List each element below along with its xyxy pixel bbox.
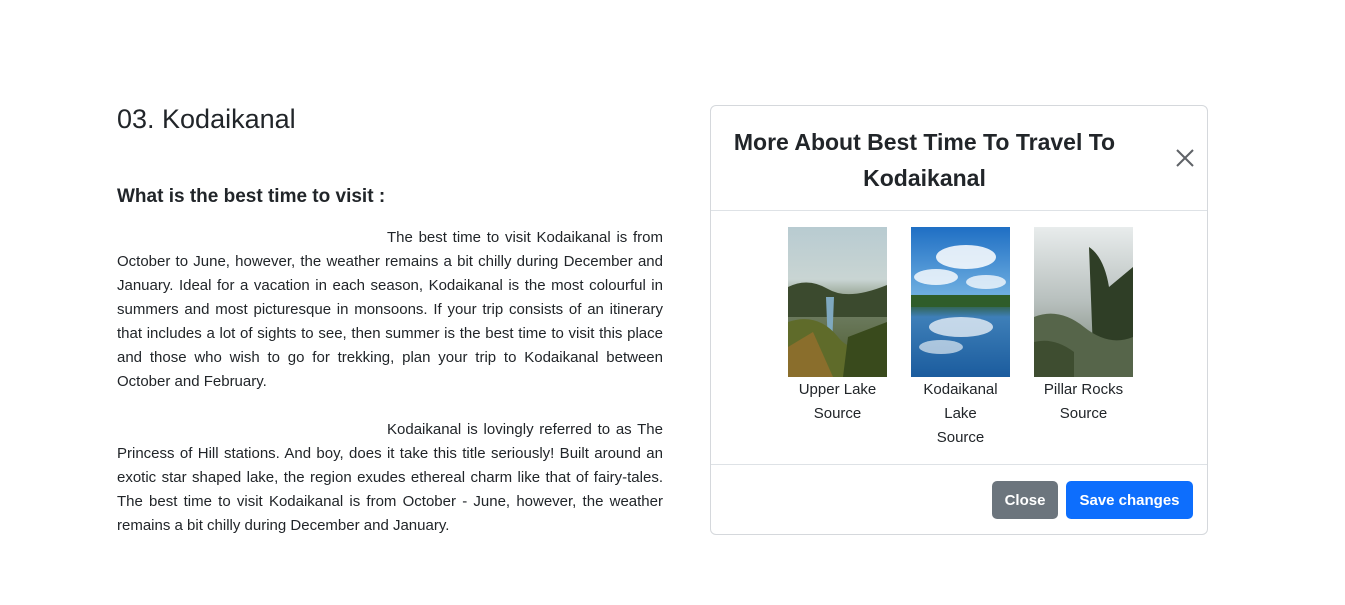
- modal-title: More About Best Time To Travel To Kodaik…: [733, 129, 1116, 191]
- article-section: 03. Kodaikanal What is the best time to …: [117, 100, 663, 538]
- caption-title: Upper Lake: [798, 381, 877, 398]
- modal-header: More About Best Time To Travel To Kodaik…: [711, 106, 1207, 211]
- caption-source-link[interactable]: Source: [911, 426, 1010, 450]
- caption-source-link[interactable]: Source: [1034, 402, 1133, 426]
- gallery-item: Pillar Rocks Source: [1034, 227, 1133, 450]
- image-caption: Pillar Rocks Source: [1034, 378, 1133, 426]
- gallery-item: Upper Lake Source: [788, 227, 887, 450]
- caption-title: Pillar Rocks: [1043, 381, 1124, 398]
- modal-body: Upper Lake Source Kodaikanal Lake Source…: [711, 211, 1207, 465]
- save-changes-button[interactable]: Save changes: [1066, 481, 1193, 519]
- info-modal: More About Best Time To Travel To Kodaik…: [710, 105, 1208, 535]
- article-title: 03. Kodaikanal: [117, 104, 296, 134]
- close-button[interactable]: Close: [992, 481, 1058, 519]
- modal-footer: Close Save changes: [711, 465, 1207, 534]
- pillar-rocks-image[interactable]: [1034, 227, 1133, 377]
- kodaikanal-lake-image[interactable]: [911, 227, 1010, 377]
- article-paragraph-2: Kodaikanal is lovingly referred to as Th…: [117, 421, 663, 534]
- page: 03. Kodaikanal What is the best time to …: [0, 0, 1345, 605]
- caption-title: Kodaikanal: [923, 381, 998, 398]
- caption-title-line2: Lake: [944, 405, 977, 422]
- image-caption: Kodaikanal Lake Source: [911, 378, 1010, 450]
- image-gallery: Upper Lake Source Kodaikanal Lake Source…: [788, 227, 1133, 450]
- close-x-icon[interactable]: [1174, 147, 1196, 169]
- article-paragraph-1: The best time to visit Kodaikanal is fro…: [117, 229, 663, 390]
- image-caption: Upper Lake Source: [788, 378, 887, 426]
- best-time-heading: What is the best time to visit :: [117, 186, 386, 207]
- caption-source-link[interactable]: Source: [788, 402, 887, 426]
- upper-lake-image[interactable]: [788, 227, 887, 377]
- gallery-item: Kodaikanal Lake Source: [911, 227, 1010, 450]
